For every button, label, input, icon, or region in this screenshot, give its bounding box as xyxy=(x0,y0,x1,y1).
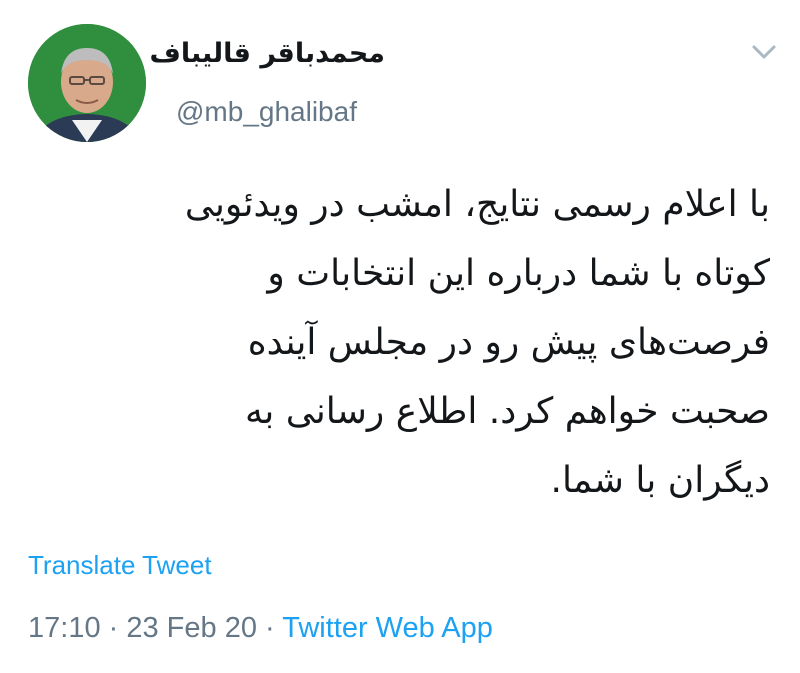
chevron-down-icon xyxy=(752,45,776,59)
separator-dot: · xyxy=(256,612,283,644)
author-display-name[interactable]: محمدباقر قالیباف xyxy=(149,38,385,69)
tweet-text-line: فرصت‌های پیش رو در مجلس آینده xyxy=(247,322,770,363)
profile-photo-icon xyxy=(28,24,146,142)
translate-tweet-link[interactable]: Translate Tweet xyxy=(28,550,212,581)
tweet-menu-button[interactable] xyxy=(746,38,782,66)
tweet-text-line: دیگران با شما. xyxy=(550,460,771,501)
tweet-metadata: 17:10 · 23 Feb 20 · Twitter Web App xyxy=(28,612,493,645)
avatar[interactable] xyxy=(28,24,146,142)
tweet-text-line: با اعلام رسمی نتایج، امشب در ویدئویی xyxy=(184,184,770,225)
tweet-text-line: صحبت خواهم کرد. اطلاع رسانی به xyxy=(245,391,770,432)
tweet-text-line: کوتاه با شما درباره این انتخابات و xyxy=(267,253,770,294)
tweet-source-link[interactable]: Twitter Web App xyxy=(282,612,493,644)
tweet-text: با اعلام رسمی نتایج، امشب در ویدئویی کوت… xyxy=(30,170,770,515)
tweet-date[interactable]: 23 Feb 20 xyxy=(126,612,257,644)
separator-dot: · xyxy=(100,612,127,644)
tweet-time[interactable]: 17:10 xyxy=(28,612,101,644)
tweet-header: محمدباقر قالیباف @mb_ghalibaf xyxy=(0,0,800,150)
author-handle[interactable]: @mb_ghalibaf xyxy=(176,96,357,128)
tweet-card: محمدباقر قالیباف @mb_ghalibaf با اعلام ر… xyxy=(0,0,800,673)
